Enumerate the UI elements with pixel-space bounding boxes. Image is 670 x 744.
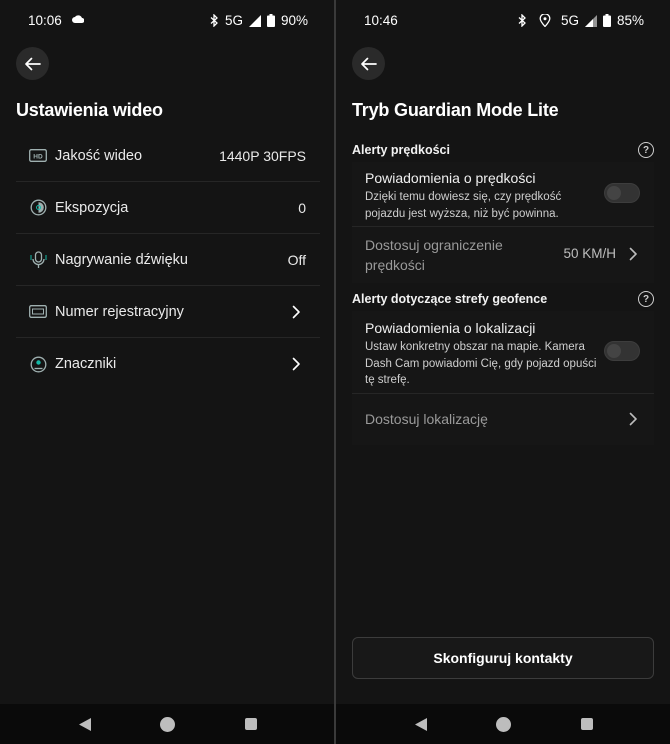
left-screen: 10:06 5G 90% Ustawienia wideo HD Jakość … <box>0 0 334 744</box>
nav-home-icon[interactable] <box>496 717 511 732</box>
chevron-right-icon <box>629 247 637 261</box>
setting-label: Ekspozycja <box>55 199 129 216</box>
setting-value: 0 <box>298 199 306 216</box>
page-title: Ustawienia wideo <box>16 100 163 120</box>
setting-label: Jakość wideo <box>55 147 143 164</box>
chevron-right-icon <box>290 356 302 372</box>
arrow-left-icon <box>25 57 41 70</box>
setting-row-badges[interactable]: Znaczniki <box>16 338 320 390</box>
speed-notification-toggle[interactable] <box>604 183 640 203</box>
adjust-location-row[interactable]: Dostosuj lokalizację <box>352 393 654 445</box>
speed-limit-row[interactable]: Dostosuj ograniczenie prędkości 50 KM/H <box>352 226 654 283</box>
microphone-icon <box>29 250 47 269</box>
setting-value: Off <box>287 251 306 268</box>
chevron-right-icon <box>290 304 302 320</box>
help-icon[interactable]: ? <box>638 142 654 158</box>
setting-label: Numer rejestracyjny <box>55 303 184 320</box>
exposure-icon <box>29 199 47 217</box>
section-heading: Alerty prędkości <box>352 143 450 157</box>
row-description: Ustaw konkretny obszar na mapie. Kamera … <box>365 341 597 386</box>
toggle-knob <box>607 186 621 200</box>
signal-icon <box>248 14 261 27</box>
nav-recents-icon[interactable] <box>581 718 593 730</box>
location-notification-toggle[interactable] <box>604 341 640 361</box>
navigation-bar <box>336 704 670 744</box>
row-title: Dostosuj ograniczenie prędkości <box>365 237 503 273</box>
right-screen: 10:46 5G 85% Tryb Guardian Mode Lite Ale… <box>336 0 670 744</box>
battery-percent: 85% <box>616 13 644 28</box>
license-plate-icon <box>29 303 47 321</box>
arrow-left-icon <box>361 57 377 70</box>
cloud-icon <box>72 15 84 23</box>
battery-icon <box>266 14 275 27</box>
bluetooth-icon <box>210 14 218 27</box>
geofence-alerts-card: Powiadomienia o lokalizacji Ustaw konkre… <box>352 311 654 445</box>
row-title: Powiadomienia o lokalizacji <box>365 320 536 336</box>
setting-row-license-plate[interactable]: Numer rejestracyjny <box>16 286 320 338</box>
location-notification-row: Powiadomienia o lokalizacji Ustaw konkre… <box>352 311 654 393</box>
configure-contacts-button[interactable]: Skonfiguruj kontakty <box>352 637 654 679</box>
setting-label: Nagrywanie dźwięku <box>55 251 188 268</box>
signal-icon <box>584 14 597 27</box>
location-pin-icon <box>539 14 551 27</box>
hd-icon: HD <box>29 147 47 165</box>
nav-back-icon[interactable] <box>78 717 92 732</box>
navigation-bar <box>0 704 334 744</box>
status-bar: 10:46 5G 85% <box>336 0 670 40</box>
battery-icon <box>602 14 611 27</box>
row-title: Dostosuj lokalizację <box>365 411 488 427</box>
page-title: Tryb Guardian Mode Lite <box>352 100 559 120</box>
video-settings-list: HD Jakość wideo 1440P 30FPS Ekspozycja 0… <box>16 130 320 390</box>
speed-limit-value: 50 KM/H <box>563 246 616 261</box>
speed-notification-row: Powiadomienia o prędkości Dzięki temu do… <box>352 162 654 226</box>
nav-home-icon[interactable] <box>160 717 175 732</box>
toggle-knob <box>607 344 621 358</box>
status-time: 10:46 <box>364 13 398 28</box>
network-label: 5G <box>560 13 579 28</box>
battery-percent: 90% <box>280 13 308 28</box>
network-label: 5G <box>224 13 243 28</box>
help-icon[interactable]: ? <box>638 291 654 307</box>
back-button[interactable] <box>352 47 385 80</box>
status-bar: 10:06 5G 90% <box>0 0 334 40</box>
nav-back-icon[interactable] <box>414 717 428 732</box>
setting-value: 1440P 30FPS <box>219 147 306 164</box>
row-description: Dzięki temu dowiesz się, czy prędkość po… <box>365 191 562 220</box>
speed-alerts-heading-row: Alerty prędkości ? <box>352 142 654 158</box>
speed-alerts-card: Powiadomienia o prędkości Dzięki temu do… <box>352 162 654 283</box>
back-button[interactable] <box>16 47 49 80</box>
bluetooth-icon <box>518 14 526 27</box>
nav-recents-icon[interactable] <box>245 718 257 730</box>
setting-row-audio-recording[interactable]: Nagrywanie dźwięku Off <box>16 234 320 286</box>
row-title: Powiadomienia o prędkości <box>365 170 536 186</box>
geofence-alerts-heading-row: Alerty dotyczące strefy geofence ? <box>352 291 654 307</box>
status-time: 10:06 <box>28 13 62 28</box>
svg-text:HD: HD <box>33 153 43 160</box>
section-heading: Alerty dotyczące strefy geofence <box>352 292 548 306</box>
setting-label: Znaczniki <box>55 356 117 372</box>
setting-row-video-quality[interactable]: HD Jakość wideo 1440P 30FPS <box>16 130 320 182</box>
chevron-right-icon <box>629 412 637 426</box>
badge-icon <box>29 355 47 373</box>
setting-row-exposure[interactable]: Ekspozycja 0 <box>16 182 320 234</box>
